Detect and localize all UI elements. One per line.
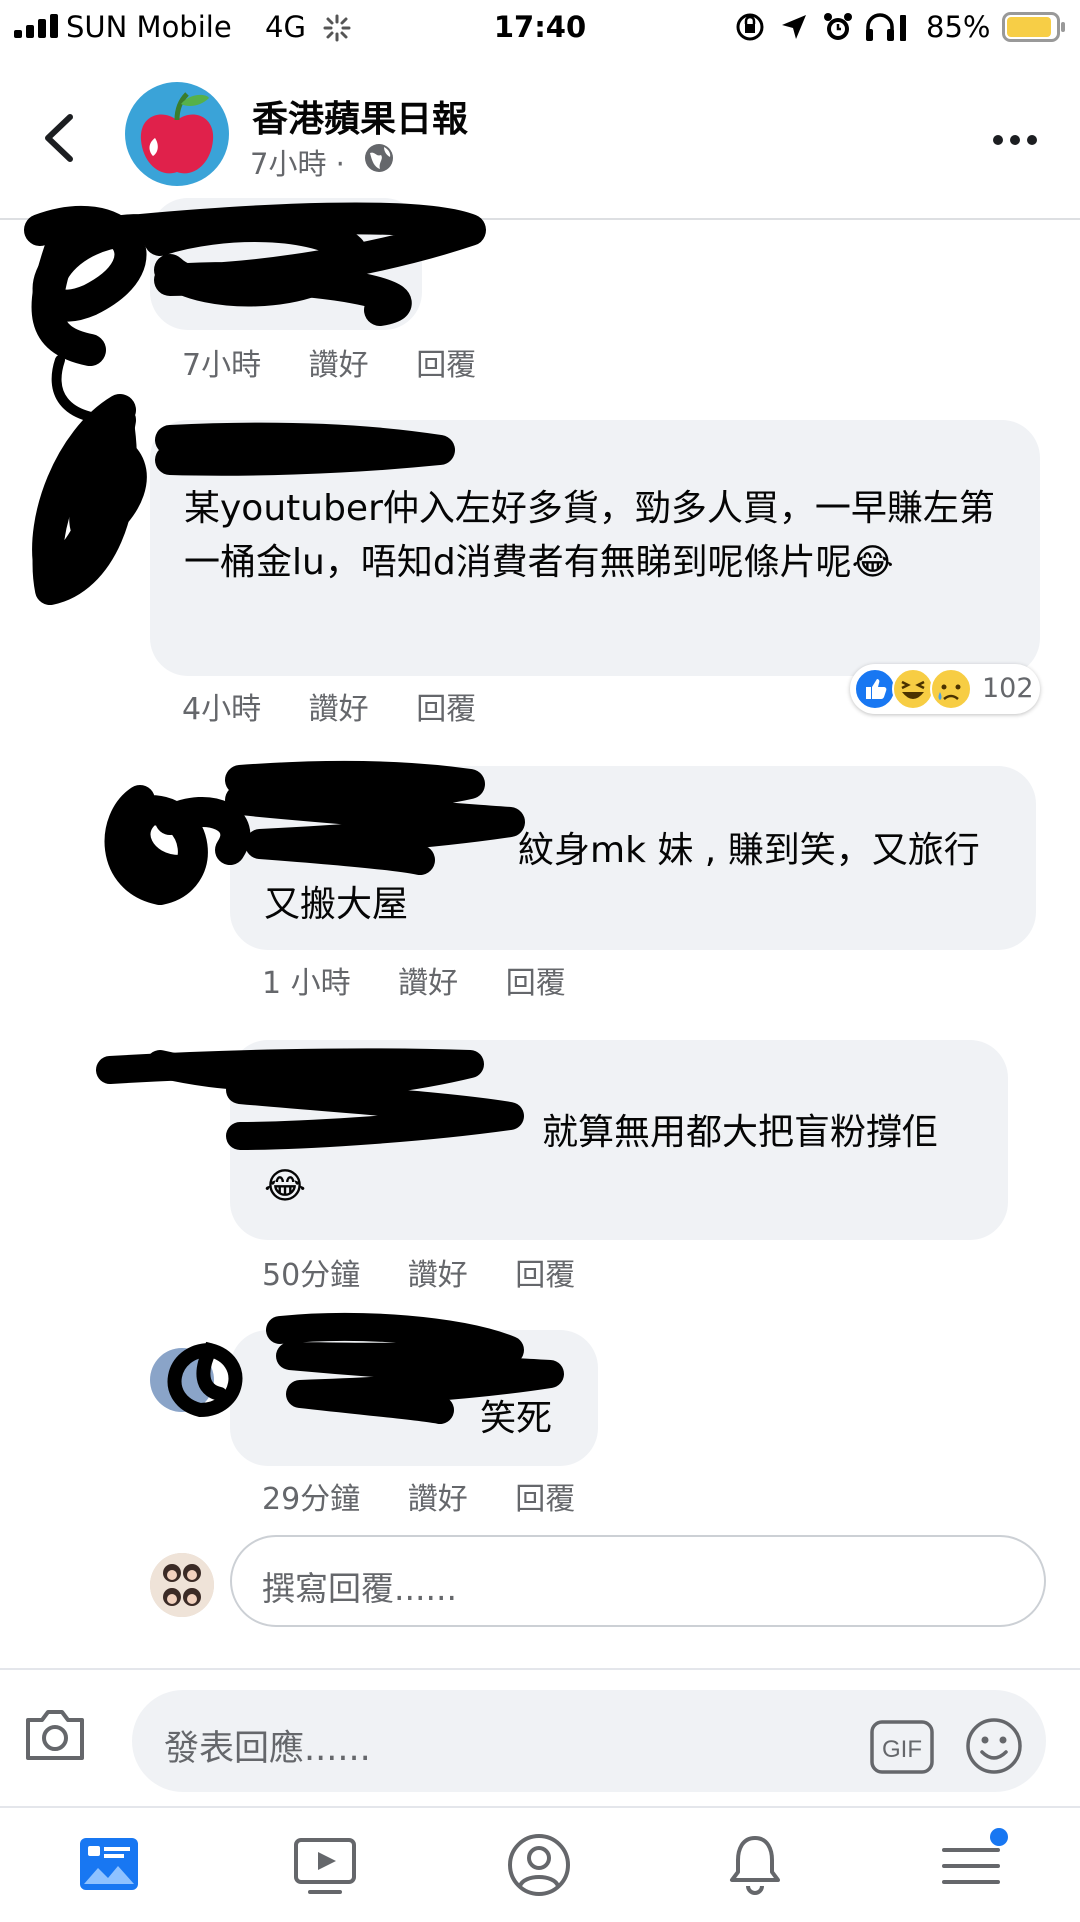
reply-button[interactable]: 回覆 xyxy=(506,966,566,1001)
comment-actions: 29分鐘 讚好 回覆 xyxy=(262,1474,613,1518)
comment-time: 50分鐘 xyxy=(262,1258,361,1293)
page-avatar[interactable] xyxy=(125,82,229,186)
comment-time: 1 小時 xyxy=(262,966,351,1001)
reaction-summary[interactable]: 102 xyxy=(850,664,1040,714)
comment-bubble: 就算無用都大把盲粉撐佢 😂 xyxy=(230,1040,1008,1240)
back-icon[interactable] xyxy=(36,111,86,165)
reply-input[interactable]: 撰寫回覆...... xyxy=(230,1535,1046,1627)
status-bar: SUN Mobile 4G 17:40 85% xyxy=(0,0,1080,56)
post-time: 7小時 · xyxy=(250,147,345,181)
sad-reaction-icon xyxy=(930,668,972,710)
comment-actions: 7小時 讚好 回覆 xyxy=(182,340,514,384)
globe-icon xyxy=(365,144,393,172)
smiley-icon[interactable] xyxy=(964,1716,1024,1776)
like-button[interactable]: 讚好 xyxy=(398,966,458,1001)
battery-icon xyxy=(1002,12,1065,42)
menu-badge xyxy=(990,1828,1008,1846)
watch-icon[interactable] xyxy=(290,1830,360,1900)
news-feed-icon[interactable] xyxy=(74,1830,144,1900)
notifications-icon[interactable] xyxy=(720,1830,790,1900)
location-arrow-icon xyxy=(782,15,806,39)
headphones-icon xyxy=(866,13,906,41)
camera-icon[interactable] xyxy=(22,1704,88,1764)
orientation-lock-icon xyxy=(736,13,764,41)
comment-time: 29分鐘 xyxy=(262,1482,361,1517)
reply-button[interactable]: 回覆 xyxy=(416,348,476,383)
alarm-icon xyxy=(824,13,852,40)
comment-time: 4小時 xyxy=(182,692,262,727)
reply-button[interactable]: 回覆 xyxy=(416,692,476,727)
comment-bubble: 紋身mk 妹 , 賺到笑，又旅行又搬大屋 xyxy=(230,766,1036,950)
reaction-count: 102 xyxy=(982,673,1034,704)
reply-button[interactable]: 回覆 xyxy=(515,1482,575,1517)
comment-bubble: 某youtuber仲入左好多貨，勁多人買，一早賺左第一桶金lu，唔知d消費者有無… xyxy=(150,420,1040,676)
comment-bubble xyxy=(150,198,422,330)
comment-text: 紋身mk 妹 , 賺到笑，又旅行又搬大屋 xyxy=(264,830,980,925)
haha-reaction-icon xyxy=(892,668,934,710)
profile-icon[interactable] xyxy=(504,1830,574,1900)
gif-label: GIF xyxy=(882,1736,922,1763)
laughing-emoji-icon: 😂 xyxy=(851,542,894,583)
tab-bar xyxy=(0,1806,1080,1922)
comment-input[interactable]: 發表回應...... GIF xyxy=(132,1690,1046,1792)
clock: 17:40 xyxy=(493,10,587,44)
commenter-avatar[interactable] xyxy=(150,1348,214,1412)
comment-text: 笑死 xyxy=(480,1398,553,1439)
like-button[interactable]: 讚好 xyxy=(309,348,369,383)
like-button[interactable]: 讚好 xyxy=(408,1482,468,1517)
user-avatar xyxy=(150,1553,214,1617)
comment-actions: 1 小時 讚好 回覆 xyxy=(262,958,604,1002)
more-icon[interactable] xyxy=(990,128,1040,152)
comment-composer: 發表回應...... GIF xyxy=(0,1668,1080,1806)
like-button[interactable]: 讚好 xyxy=(309,692,369,727)
like-button[interactable]: 讚好 xyxy=(408,1258,468,1293)
like-reaction-icon xyxy=(854,668,896,710)
reply-button[interactable]: 回覆 xyxy=(515,1258,575,1293)
comment-time: 7小時 xyxy=(182,348,262,383)
battery-percent: 85% xyxy=(926,10,991,44)
laughing-emoji-icon: 😂 xyxy=(264,1166,307,1207)
post-header: 香港蘋果日報 7小時 · xyxy=(0,56,1080,220)
comment-bubble: 笑死 xyxy=(230,1330,598,1466)
apple-logo-icon xyxy=(125,82,229,186)
gif-icon[interactable]: GIF xyxy=(870,1720,934,1774)
comment-actions: 4小時 讚好 回覆 xyxy=(182,684,514,728)
comment-actions: 50分鐘 讚好 回覆 xyxy=(262,1250,613,1294)
comment-placeholder: 發表回應...... xyxy=(164,1729,371,1769)
comment-text: 就算無用都大把盲粉撐佢 xyxy=(542,1112,939,1153)
page-name[interactable]: 香港蘋果日報 xyxy=(252,90,468,142)
